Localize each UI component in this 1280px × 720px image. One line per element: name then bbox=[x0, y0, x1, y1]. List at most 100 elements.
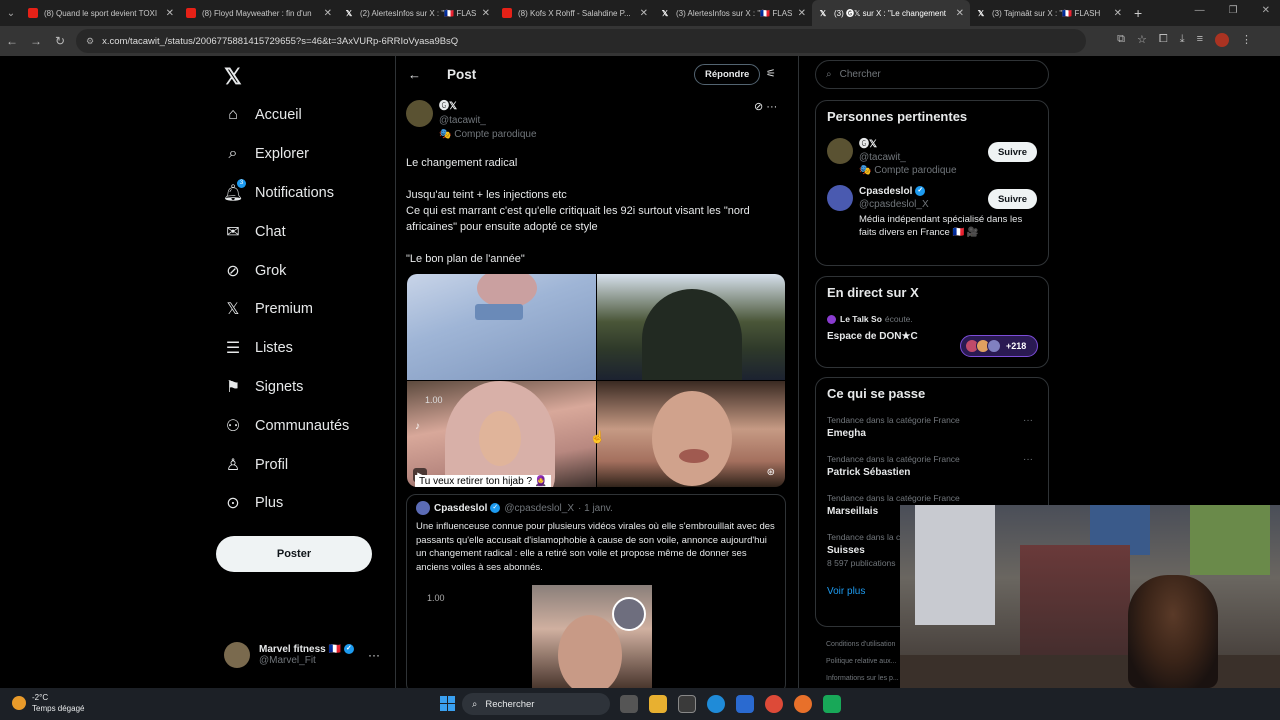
close-tab-icon[interactable]: ✕ bbox=[324, 8, 332, 19]
extensions-icon[interactable]: ⧠ bbox=[1159, 33, 1168, 47]
x-icon: 𝕏 bbox=[661, 8, 669, 18]
notification-badge: 3 bbox=[237, 178, 246, 188]
install-icon[interactable]: ⧉ bbox=[1117, 33, 1125, 47]
sidebar-item-communities[interactable]: ⚇ Communautés bbox=[222, 406, 349, 445]
bookmark-star-icon[interactable]: ☆ bbox=[1137, 33, 1147, 47]
profile-avatar[interactable] bbox=[1215, 33, 1229, 47]
maximize-icon[interactable]: ❐ bbox=[1229, 5, 1238, 16]
post-button[interactable]: Poster bbox=[216, 536, 372, 572]
sidebar-item-bookmarks[interactable]: ⚑ Signets bbox=[222, 368, 349, 407]
sidebar-item-chat[interactable]: ✉ Chat bbox=[222, 212, 349, 251]
new-tab-button[interactable]: + bbox=[1134, 5, 1142, 21]
person-card[interactable]: 🅖𝕏 @tacawit_ 🎭 Compte parodique Suivre bbox=[827, 138, 1037, 177]
firefox-icon[interactable] bbox=[794, 695, 812, 713]
sidebar-item-profile[interactable]: ♙ Profil bbox=[222, 445, 349, 484]
sidebar-item-lists[interactable]: ☰ Listes bbox=[222, 329, 349, 368]
person-card[interactable]: Cpasdeslol ✓ @cpasdeslol_X Média indépend… bbox=[827, 185, 1037, 239]
more-icon[interactable]: ··· bbox=[766, 101, 777, 113]
chrome-icon[interactable] bbox=[765, 695, 783, 713]
browser-tab-active[interactable]: 𝕏 (3) 🅖𝕏 sur X : "Le changement ✕ bbox=[812, 0, 970, 26]
media-image[interactable] bbox=[407, 274, 596, 380]
media-video[interactable]: 1.00 ♪ ▶ Tu veux retirer ton hijab ? 🧕 bbox=[407, 381, 596, 487]
taskbar-search-input[interactable]: ⌕ Rechercher bbox=[462, 693, 610, 715]
sidebar-item-notifications[interactable]: 🔔︎ 3 Notifications bbox=[222, 174, 349, 213]
account-name: Marvel fitness 🇫🇷 bbox=[259, 644, 341, 655]
author-name[interactable]: 🅖𝕏 bbox=[439, 100, 537, 114]
download-icon[interactable]: ⤓ bbox=[1180, 33, 1185, 47]
sidebar-item-explore[interactable]: ⌕ Explorer bbox=[222, 135, 349, 174]
close-tab-icon[interactable]: ✕ bbox=[640, 8, 648, 19]
browser-tab[interactable]: 𝕏 (3) Tajmaât sur X : "🇫🇷 FLASH ✕ bbox=[970, 0, 1128, 26]
follow-button[interactable]: Suivre bbox=[987, 142, 1037, 162]
media-icon[interactable]: ≡ bbox=[1197, 33, 1203, 47]
follow-button[interactable]: Suivre bbox=[987, 189, 1037, 209]
image-detail bbox=[479, 411, 521, 466]
close-tab-icon[interactable]: ✕ bbox=[798, 8, 806, 19]
avatar[interactable] bbox=[827, 138, 853, 164]
media-image[interactable]: ⊛ bbox=[596, 381, 785, 487]
store-icon[interactable] bbox=[736, 695, 754, 713]
browser-tab[interactable]: 𝕏 (3) AlertesInfos sur X : "🇫🇷 FLAS ✕ bbox=[654, 0, 812, 26]
listeners-badge[interactable]: +218 bbox=[960, 335, 1038, 357]
grok-icon[interactable]: ⊘ bbox=[754, 101, 763, 113]
url-input[interactable]: ⚙ x.com/tacawit_/status/2006775881415729… bbox=[76, 29, 1086, 53]
x-logo-icon[interactable]: 𝕏 bbox=[224, 64, 242, 90]
search-icon: ⌕ bbox=[472, 698, 478, 710]
app-icon[interactable] bbox=[823, 695, 841, 713]
browser-tab[interactable]: 𝕏 (2) AlertesInfos sur X : "🇫🇷 FLAS ✕ bbox=[338, 0, 496, 26]
quoted-post[interactable]: Cpasdeslol ✓ @cpasdeslol_X · 1 janv. Une… bbox=[406, 494, 786, 688]
sidebar-item-home[interactable]: ⌂ Accueil bbox=[222, 96, 349, 135]
close-tab-icon[interactable]: ✕ bbox=[956, 8, 964, 19]
windows-start-icon[interactable] bbox=[440, 696, 455, 711]
forward-icon[interactable]: → bbox=[24, 29, 48, 53]
post-media-grid[interactable]: 1.00 ♪ ▶ Tu veux retirer ton hijab ? 🧕 ⊛ bbox=[407, 274, 785, 487]
back-arrow-icon[interactable]: ← bbox=[408, 67, 421, 82]
account-switcher[interactable]: Marvel fitness 🇫🇷 ✓ @Marvel_Fit ··· bbox=[224, 642, 384, 668]
browser-tab[interactable]: (8) Quand le sport devient TOXI ✕ bbox=[22, 0, 180, 26]
live-host[interactable]: Le Talk So écoute. bbox=[827, 314, 1037, 324]
avatar[interactable] bbox=[827, 185, 853, 211]
weather-widget[interactable]: -2°C Temps dégagé bbox=[12, 692, 84, 714]
youtube-icon bbox=[28, 8, 38, 18]
more-icon[interactable]: ··· bbox=[1023, 453, 1033, 466]
more-icon[interactable]: ··· bbox=[368, 648, 380, 662]
post-author[interactable]: 🅖𝕏 @tacawit_ 🎭 Compte parodique bbox=[406, 100, 537, 142]
x-icon: 𝕏 bbox=[226, 301, 240, 319]
site-info-icon[interactable]: ⚙ bbox=[86, 36, 94, 47]
more-icon[interactable]: ··· bbox=[1023, 414, 1033, 427]
image-detail bbox=[475, 304, 523, 320]
minimize-icon[interactable]: — bbox=[1195, 5, 1205, 16]
close-tab-icon[interactable]: ✕ bbox=[166, 8, 174, 19]
gif-icon[interactable]: ⊛ bbox=[767, 467, 775, 478]
close-tab-icon[interactable]: ✕ bbox=[482, 8, 490, 19]
browser-tab[interactable]: (8) Kofs X Rohff - Salahdine P... ✕ bbox=[496, 0, 654, 26]
filter-icon[interactable]: ⚟ bbox=[766, 67, 776, 80]
sidebar-item-grok[interactable]: ⊘ Grok bbox=[222, 251, 349, 290]
edge-icon[interactable] bbox=[707, 695, 725, 713]
sidebar-item-premium[interactable]: 𝕏 Premium bbox=[222, 290, 349, 329]
avatar[interactable] bbox=[406, 100, 433, 127]
back-icon[interactable]: ← bbox=[0, 29, 24, 53]
image-detail bbox=[477, 274, 537, 308]
live-panel: En direct sur X Le Talk So écoute. Espac… bbox=[815, 276, 1049, 368]
menu-icon[interactable]: ⋮ bbox=[1241, 33, 1252, 47]
author-handle[interactable]: @tacawit_ bbox=[439, 114, 537, 128]
reload-icon[interactable]: ↻ bbox=[48, 29, 72, 53]
media-image[interactable] bbox=[596, 274, 785, 380]
browser-tab[interactable]: (8) Floyd Mayweather : fin d'un ✕ bbox=[180, 0, 338, 26]
x-icon: 𝕏 bbox=[345, 8, 353, 18]
trend-item[interactable]: Tendance dans la catégorie France Patric… bbox=[827, 453, 1037, 479]
search-input[interactable]: ⌕ Chercher bbox=[815, 60, 1049, 89]
close-tab-icon[interactable]: ✕ bbox=[1114, 8, 1122, 19]
close-window-icon[interactable]: ✕ bbox=[1262, 5, 1270, 16]
task-view-icon[interactable] bbox=[620, 695, 638, 713]
file-explorer-icon[interactable] bbox=[649, 695, 667, 713]
quote-text: Une influenceuse connue pour plusieurs v… bbox=[416, 521, 775, 573]
tiktok-logo-icon: ♪ bbox=[415, 421, 420, 432]
bookmark-icon: ⚑ bbox=[225, 378, 241, 396]
reply-button[interactable]: Répondre bbox=[694, 64, 761, 85]
sidebar-item-more[interactable]: ⊙ Plus bbox=[222, 484, 349, 523]
notepad-icon[interactable] bbox=[678, 695, 696, 713]
tab-search-icon[interactable]: ⌄ bbox=[0, 2, 22, 24]
trend-item[interactable]: Tendance dans la catégorie France Emegha… bbox=[827, 414, 1037, 440]
